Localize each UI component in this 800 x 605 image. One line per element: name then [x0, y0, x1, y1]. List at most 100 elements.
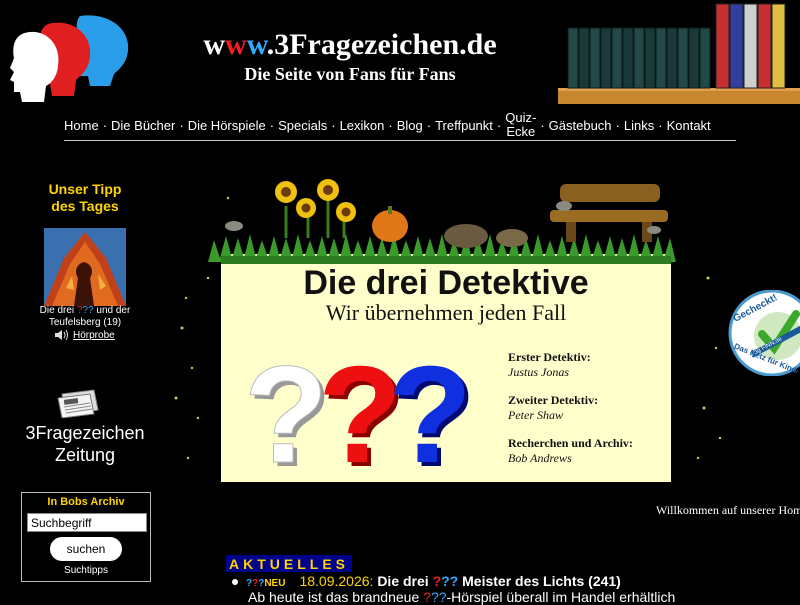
tipp-des-tages-heading: Unser Tipp des Tages: [20, 181, 150, 215]
site-title[interactable]: www.3Fragezeichen.de: [150, 28, 550, 62]
svg-text:?: ?: [244, 338, 328, 488]
hoerprobe-link-row: Hörprobe: [54, 329, 134, 341]
search-input[interactable]: [27, 513, 147, 532]
search-tips-link[interactable]: Suchtipps: [22, 565, 150, 576]
book-spine: [743, 3, 758, 89]
tipp-caption-q2: ??: [82, 305, 94, 316]
nav-gaestebuch[interactable]: Gästebuch: [549, 118, 612, 133]
zeitung-line1: 3Fragezeichen: [25, 423, 145, 443]
nav-hoerspiele[interactable]: Die Hörspiele: [188, 118, 266, 133]
detective-name: Bob Andrews: [508, 451, 572, 465]
book-spine: [622, 27, 634, 89]
speaker-icon: [55, 329, 68, 341]
nav-blog[interactable]: Blog: [397, 118, 423, 133]
main-nav: Home · Die Bücher · Die Hörspiele · Special…: [64, 110, 736, 141]
bird: [556, 201, 572, 211]
news-sub-post: -Hörspiel überall im Handel erhältlich: [446, 589, 676, 605]
news-title-post: Meister des Lichts (241): [458, 573, 621, 589]
zeitung-link[interactable]: 3Fragezeichen Zeitung: [18, 422, 152, 466]
site-title-w2: w: [225, 28, 247, 61]
book-spine: [611, 27, 623, 89]
nav-separator: ·: [615, 117, 620, 133]
news-title-q1: ?: [432, 573, 442, 589]
nav-buecher[interactable]: Die Bücher: [111, 118, 175, 133]
main-banner: ? ? ? ? ? ? Die drei Detektive Wir übern…: [168, 178, 728, 497]
svg-text:?: ?: [388, 338, 472, 488]
news-sub-pre: Ab heute ist das brandneue: [248, 589, 424, 605]
nav-home[interactable]: Home: [64, 118, 99, 133]
tipp-title-line1: Unser Tipp: [48, 181, 122, 197]
neu-badge: ???NEU: [246, 578, 285, 589]
news-description: Ab heute ist das brandneue ???-Hörspiel …: [248, 589, 675, 605]
search-button[interactable]: suchen: [50, 537, 122, 561]
book-spine: [644, 27, 656, 89]
news-item[interactable]: ???NEU 18.09.2026: Die drei ??? Meister d…: [232, 573, 800, 589]
book-spine: [633, 27, 645, 89]
hedgehog: [444, 224, 488, 248]
tipp-title-line2: des Tages: [51, 198, 119, 214]
banner-subtitle: Wir übernehmen jeden Fall: [325, 300, 567, 325]
nav-separator: ·: [179, 117, 184, 133]
nav-links[interactable]: Links: [624, 118, 654, 133]
question-marks: ? ? ? ? ? ?: [244, 338, 477, 497]
nav-separator: ·: [102, 117, 108, 133]
news-sub-q2: ??: [430, 589, 447, 605]
newspaper-icon[interactable]: [56, 388, 100, 419]
site-logo-heads[interactable]: [10, 12, 130, 104]
bird: [225, 221, 243, 231]
book-spine: [655, 27, 667, 89]
nav-specials[interactable]: Specials: [278, 118, 327, 133]
sunflowers: [275, 179, 356, 238]
bullet: [232, 579, 238, 586]
neu-text: NEU: [264, 578, 286, 589]
book-spine: [688, 27, 700, 89]
nav-separator: ·: [496, 117, 502, 133]
detective-list: Erster Detektiv: Justus Jonas Zweiter De…: [508, 350, 688, 466]
banner-title: Die drei Detektive: [303, 264, 589, 302]
welcome-marquee: Willkommen auf unserer Homepage: [656, 503, 800, 517]
detective-role: Zweiter Detektiv:: [508, 393, 599, 407]
book-spine: [757, 3, 772, 89]
book-spine: [600, 27, 612, 89]
tipp-caption-pre: Die drei: [39, 305, 77, 316]
nav-lexikon[interactable]: Lexikon: [340, 118, 385, 133]
nav-separator: ·: [658, 117, 663, 133]
news-sub-q1: ?: [423, 589, 431, 605]
site-title-rest: .3Fragezeichen.de: [266, 28, 497, 61]
book-spine: [729, 3, 744, 89]
nav-separator: ·: [540, 117, 545, 133]
aktuelles-heading: AKTUELLES: [226, 555, 352, 572]
detective-role: Erster Detektiv:: [508, 350, 591, 364]
nav-separator: ·: [269, 117, 275, 133]
bookshelf-image: [558, 2, 800, 104]
book-spine: [578, 27, 590, 89]
zeitung-line2: Zeitung: [54, 445, 116, 465]
hoerprobe-link[interactable]: Hörprobe: [73, 330, 115, 341]
detective-role: Recherchen und Archiv:: [508, 436, 633, 450]
tipp-cover-image[interactable]: [44, 228, 126, 306]
nav-kontakt[interactable]: Kontakt: [667, 118, 711, 133]
book-spine: [677, 27, 689, 89]
bobs-archiv-search-box: In Bobs Archiv suchen Suchtipps: [21, 492, 151, 582]
bird: [647, 226, 661, 234]
pumpkin: [372, 210, 408, 242]
book-spine: [771, 3, 786, 89]
nav-treffpunkt[interactable]: Treffpunkt: [435, 118, 493, 133]
nav-quiz-line2: Ecke: [506, 124, 536, 139]
book-spine: [567, 27, 579, 89]
site-title-w3: w: [246, 28, 267, 61]
site-subtitle: Die Seite von Fans für Fans: [244, 64, 456, 84]
tipp-caption: Die drei ??? und der Teufelsberg (19): [20, 305, 150, 329]
book-spine: [715, 3, 730, 89]
nav-quiz-line1: Quiz-: [505, 110, 537, 125]
book-spine: [666, 27, 678, 89]
fragfinn-seal[interactable]: Gecheckt! frag FINN.de Das Netz für Kind…: [726, 289, 800, 377]
book-spine: [589, 27, 601, 89]
news-title[interactable]: Die drei ??? Meister des Lichts (241): [377, 573, 621, 589]
site-title-w1: w: [203, 28, 226, 61]
book-spine: [699, 27, 711, 89]
nav-quiz-ecke[interactable]: Quiz- Ecke: [505, 111, 536, 139]
tipp-caption-post: und der: [93, 305, 131, 316]
tipp-caption-line2: Teufelsberg (19): [48, 317, 122, 328]
news-date: 18.09.2026:: [299, 573, 374, 589]
